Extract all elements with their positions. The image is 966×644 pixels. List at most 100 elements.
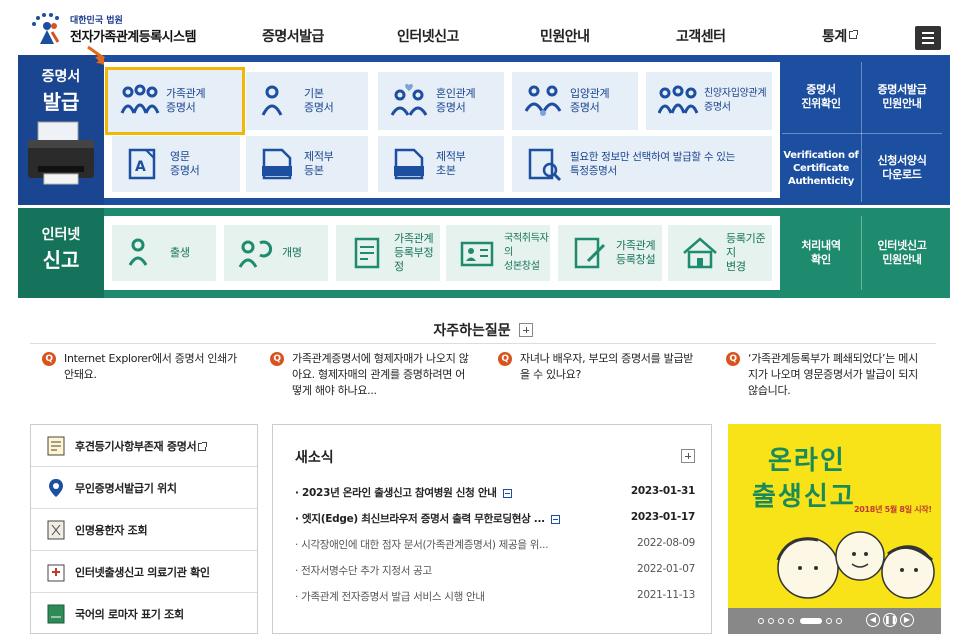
tile-english-cert[interactable]: A 영문 증명서: [112, 136, 240, 192]
nav-certificate[interactable]: 증명서발급: [262, 26, 324, 46]
slide-dot[interactable]: [758, 618, 764, 624]
tile-line2: 증명서: [166, 101, 196, 114]
side-line2: 확인: [811, 253, 831, 266]
tile-basic-cert[interactable]: 기본 증명서: [246, 72, 368, 130]
news-item[interactable]: · 전자서명수단 추가 지정서 공고 2022-01-07: [295, 563, 695, 579]
quick-link-romanization[interactable]: 국어의 로마자 표기 조회: [31, 593, 257, 635]
faq-heading: 자주하는질문: [0, 320, 966, 340]
report-label-line1: 인터넷: [41, 227, 81, 243]
news-item-date: 2022-01-07: [636, 563, 695, 575]
slide-dot[interactable]: [826, 618, 832, 624]
hamburger-menu-button[interactable]: [915, 26, 941, 50]
tile-surname-creation[interactable]: 국적취득자의 성본창설: [446, 225, 550, 281]
removed-register-icon: [258, 146, 298, 182]
hanja-book-icon: [45, 519, 67, 541]
news-title: 새소식: [295, 450, 334, 466]
faq-title: 자주하는질문: [433, 323, 511, 339]
faq-item[interactable]: Q 가족관계증명서에 형제자매가 나오지 않아요. 형제자매의 관계를 증명하려면…: [270, 351, 470, 399]
tile-removed-register-copy[interactable]: 제적부 등본: [246, 136, 368, 192]
cert-verify-link[interactable]: 증명서 진위확인: [782, 62, 860, 132]
tile-line2: 증명서: [570, 101, 600, 114]
tile-line1: 제적부: [304, 150, 334, 163]
news-item[interactable]: · 시각장애인에 대한 점자 문서(가족관계증명서) 제공을 위... 2022-…: [295, 537, 695, 553]
tile-rename-report[interactable]: 개명: [224, 225, 328, 281]
tile-line1: 혼인관계: [436, 87, 476, 100]
tile-line1: 제적부: [436, 150, 466, 163]
doc-search-icon: [524, 146, 564, 182]
next-slide-icon[interactable]: ▶: [900, 613, 914, 627]
tile-line1: 친양자입양관계: [704, 88, 767, 99]
side-line2: 다운로드: [882, 168, 922, 181]
tile-line1: 입양관계: [570, 87, 610, 100]
doc-edit-icon: [348, 235, 388, 271]
green-book-icon: [45, 603, 67, 625]
faq-item[interactable]: Q ‘가족관계등록부가 폐쇄되었다’는 메시지가 나오며 영문증명서가 발급이 되…: [726, 351, 926, 399]
slide-dot[interactable]: [778, 618, 784, 624]
quick-link-hanja-search[interactable]: 인명용한자 조회: [31, 509, 257, 551]
slide-dot[interactable]: [768, 618, 774, 624]
tile-line2: 등록창설: [616, 253, 656, 266]
cert-civil-guide-link[interactable]: 증명서발급 민원안내: [862, 62, 942, 132]
tile-line1: 가족관계: [394, 232, 434, 245]
online-birth-report-banner[interactable]: 온라인 출생신고 2018년 5월 8일 시작! ◀ ❚❚ ▶: [728, 424, 941, 634]
prev-slide-icon[interactable]: ◀: [866, 613, 880, 627]
tile-family-relation-cert[interactable]: 가족관계 증명서: [105, 67, 245, 135]
faq-item[interactable]: Q Internet Explorer에서 증명서 인쇄가 안돼요.: [42, 351, 242, 383]
report-civil-guide-link[interactable]: 인터넷신고 민원안내: [862, 216, 942, 290]
nav-internet-report[interactable]: 인터넷신고: [397, 26, 459, 46]
side-line2: 민원안내: [882, 253, 922, 266]
news-more-icon[interactable]: [681, 449, 695, 463]
divider: [861, 216, 862, 290]
tile-adoption-cert[interactable]: 입양관계 증명서: [512, 72, 638, 130]
report-label-line2: 신고: [42, 248, 80, 272]
removed-register-icon: [390, 146, 430, 182]
quick-link-guardianship-cert[interactable]: 후견등기사항부존재 증명서: [31, 425, 257, 467]
certificate-label-line1: 증명서: [41, 69, 81, 85]
faq-text: 자녀나 배우자, 부모의 증명서를 발급받을 수 있나요?: [520, 352, 694, 381]
faq-item[interactable]: Q 자녀나 배우자, 부모의 증명서를 발급받을 수 있나요?: [498, 351, 698, 383]
side-line2: 진위확인: [801, 97, 841, 110]
news-item[interactable]: · 2023년 온라인 출생신고 참여병원 신청 안내 2023-01-31: [295, 485, 695, 501]
form-download-link[interactable]: 신청서양식 다운로드: [862, 134, 942, 202]
nav-civil-guide[interactable]: 민원안내: [540, 26, 590, 46]
faq-more-icon[interactable]: [518, 322, 533, 337]
tile-line1: 등록기준지: [726, 232, 766, 259]
tile-base-address-change[interactable]: 등록기준지 변경: [668, 225, 772, 281]
menu-line: [922, 42, 934, 44]
banner-date: 2018년 5월 8일 시작!: [854, 505, 932, 514]
tile-full-adoption-cert[interactable]: 친양자입양관계 증명서: [646, 72, 772, 130]
site-header: 대한민국 법원 전자가족관계등록시스템 증명서발급 인터넷신고 민원안내 고객센…: [0, 0, 966, 56]
tile-register-correction[interactable]: 가족관계 등록부정정: [336, 225, 440, 281]
quick-link-label: 인명용한자 조회: [75, 523, 148, 537]
process-history-link[interactable]: 처리내역 확인: [782, 216, 860, 290]
tile-line1: 가족관계: [616, 239, 656, 252]
quick-link-hospital-check[interactable]: 인터넷출생신고 의료기관 확인: [31, 551, 257, 593]
slide-dot[interactable]: [788, 618, 794, 624]
pause-icon[interactable]: ❚❚: [883, 613, 897, 627]
news-item[interactable]: · 엣지(Edge) 최신브라우저 증명서 출력 무한로딩현상 ... 2023-…: [295, 511, 695, 527]
quick-link-kiosk-location[interactable]: 무인증명서발급기 위치: [31, 467, 257, 509]
news-item-date: 2023-01-31: [630, 485, 695, 497]
external-link-icon: [848, 30, 858, 39]
new-badge-icon: [502, 488, 512, 498]
divider: [861, 62, 862, 202]
quick-link-label: 인터넷출생신고 의료기관 확인: [75, 565, 210, 579]
slide-dot[interactable]: [836, 618, 842, 624]
nav-statistics-label: 통계: [822, 29, 847, 45]
cert-authenticity-en-link[interactable]: Verification of Certificate Authenticity: [782, 134, 860, 202]
news-item[interactable]: · 가족관계 전자증명서 발급 서비스 시행 안내 2021-11-13: [295, 589, 695, 605]
tile-marriage-cert[interactable]: 혼인관계 증명서: [378, 72, 504, 130]
tile-register-creation[interactable]: 가족관계 등록창설: [558, 225, 662, 281]
side-line3: Authenticity: [788, 175, 854, 187]
nav-customer-center[interactable]: 고객센터: [676, 26, 726, 46]
side-line1: 인터넷신고: [877, 239, 927, 252]
divider: [782, 133, 942, 134]
nav-statistics[interactable]: 통계: [822, 26, 858, 46]
slide-dot-active[interactable]: [800, 618, 822, 624]
tile-birth-report[interactable]: 출생: [112, 225, 216, 281]
tile-removed-register-extract[interactable]: 제적부 초본: [378, 136, 504, 192]
svg-text:A: A: [135, 159, 146, 175]
faq-text: Internet Explorer에서 증명서 인쇄가 안돼요.: [64, 352, 237, 381]
tile-specific-cert[interactable]: 필요한 정보만 선택하여 발급할 수 있는 특정증명서: [512, 136, 772, 192]
family-illustration-icon: [776, 531, 935, 599]
